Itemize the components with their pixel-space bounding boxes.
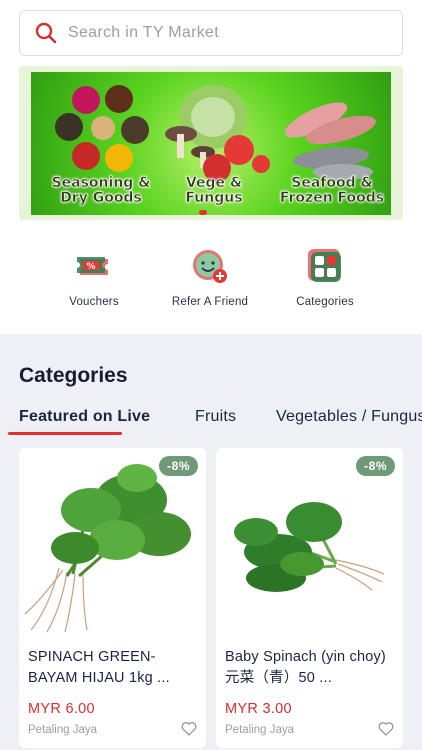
discount-badge: -8% [159,456,198,476]
product-name: SPINACH GREEN-BAYAM HIJAU 1kg ... [28,649,170,686]
heart-icon[interactable] [181,721,197,736]
heart-icon[interactable] [378,721,394,736]
product-price: MYR 3.00 [225,701,292,717]
product-location: Petaling Jaya [28,724,98,736]
categories-shortcut[interactable]: Categories [270,246,380,308]
svg-text:%: % [86,262,95,272]
banner-pagination-dot[interactable] [199,210,207,215]
product-card[interactable]: -8% Baby Spinach (yin choy) 元菜（青）50 ... … [216,448,403,748]
search-icon [35,22,57,44]
categories-label: Categories [296,296,354,308]
banner-label-seasoning: Seasoning & Dry Goods [51,175,151,206]
categories-section: Categories Featured on Live Fruits Veget… [0,334,422,750]
section-title: Categories [19,364,128,387]
tab-featured-on-live[interactable]: Featured on Live [19,408,150,426]
active-tab-indicator [8,432,122,435]
discount-badge: -8% [356,456,395,476]
tab-vegetables-fungus[interactable]: Vegetables / Fungus [276,408,422,426]
promo-banner[interactable]: Seasoning & Dry Goods Vege & Fungus Seaf… [19,66,403,220]
search-bar[interactable] [19,10,403,56]
product-name: Baby Spinach (yin choy) 元菜（青）50 ... [225,649,386,686]
product-image [19,448,206,638]
vouchers-label: Vouchers [69,296,119,308]
banner-label-seafood: Seafood & Frozen Foods [279,175,385,206]
product-location: Petaling Jaya [225,724,295,736]
tab-fruits[interactable]: Fruits [195,408,236,426]
banner-image[interactable]: Seasoning & Dry Goods Vege & Fungus Seaf… [31,72,391,215]
product-card[interactable]: -8% SPINACH GREEN-BAYAM HIJAU 1kg ... MY… [19,448,206,748]
product-image [216,448,403,638]
product-price: MYR 6.00 [28,701,95,717]
voucher-icon: % [77,257,108,275]
vouchers-shortcut[interactable]: % Vouchers [39,246,149,308]
refer-friend-shortcut[interactable]: Refer A Friend [155,246,265,308]
categories-icon [308,249,341,282]
search-input[interactable] [68,24,368,42]
refer-friend-icon [193,250,227,283]
refer-friend-label: Refer A Friend [171,296,249,308]
banner-label-vege: Vege & Fungus [185,175,243,206]
